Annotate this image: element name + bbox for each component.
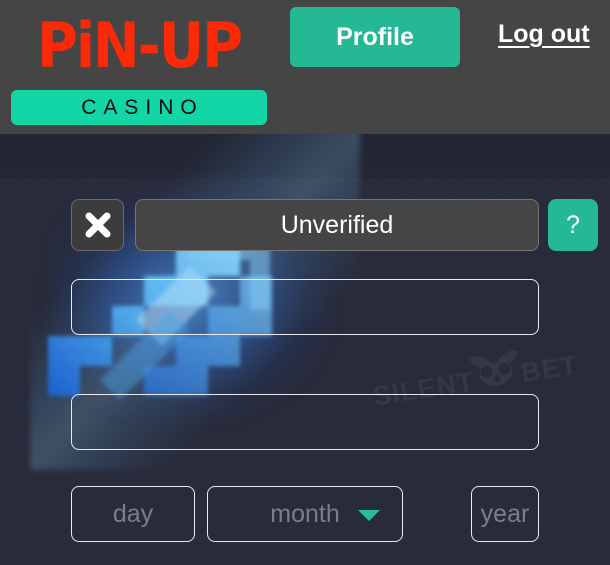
help-button[interactable]: ?	[548, 199, 598, 251]
logo-tagline: CASINO	[81, 96, 204, 119]
verification-status-value: Unverified	[135, 199, 539, 251]
close-button[interactable]	[71, 199, 124, 251]
profile-button[interactable]: Profile	[290, 7, 460, 67]
logo-tagline-bar: CASINO	[11, 90, 267, 125]
verification-status-row: Unverified	[71, 199, 539, 251]
birthdate-month-label: month	[270, 500, 340, 528]
birthdate-month-select[interactable]: month	[207, 486, 403, 542]
app-screen: SILENT BET Unverified ? day month year P…	[0, 0, 610, 565]
close-x-icon	[85, 212, 110, 238]
site-header: PiN-UP CASINO Profile Log out	[0, 0, 610, 134]
chevron-down-icon	[358, 510, 380, 521]
birthdate-row: day month year	[71, 486, 539, 542]
logout-link[interactable]: Log out	[498, 20, 590, 49]
profile-text-field-1[interactable]	[71, 279, 539, 335]
pin-up-casino-logo[interactable]: PiN-UP CASINO	[8, 8, 270, 125]
birthdate-year-select[interactable]: year	[471, 486, 539, 542]
profile-text-field-2[interactable]	[71, 394, 539, 450]
logo-wordmark: PiN-UP	[37, 9, 243, 82]
birthdate-day-select[interactable]: day	[71, 486, 195, 542]
